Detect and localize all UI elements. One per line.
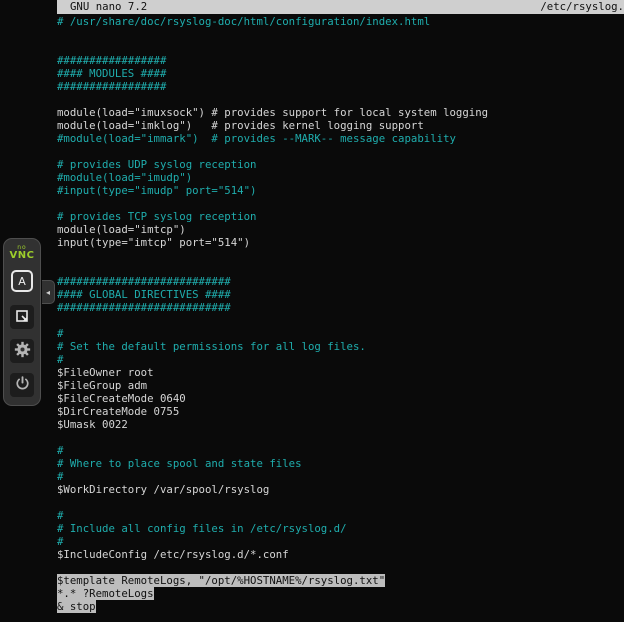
clipboard-button[interactable]: A [11, 270, 33, 292]
terminal-line [57, 93, 624, 106]
terminal-line: input(type="imtcp" port="514") [57, 236, 624, 249]
chevron-left-icon: ◂ [46, 288, 50, 297]
nano-app-title: GNU nano 7.2 [70, 0, 147, 14]
fullscreen-button[interactable] [10, 305, 34, 329]
terminal-line [57, 496, 624, 509]
power-button[interactable] [10, 373, 34, 397]
terminal-line: ########################### [57, 301, 624, 314]
terminal-line: $Umask 0022 [57, 418, 624, 431]
terminal-line: # Include all config files in /etc/rsysl… [57, 522, 624, 535]
terminal-line: # /usr/share/doc/rsyslog-doc/html/config… [57, 15, 624, 28]
fullscreen-icon [15, 309, 29, 326]
terminal-line [57, 431, 624, 444]
terminal-line: # provides TCP syslog reception [57, 210, 624, 223]
terminal-line: $FileGroup adm [57, 379, 624, 392]
terminal-line: module(load="imklog") # provides kernel … [57, 119, 624, 132]
terminal-line: $FileOwner root [57, 366, 624, 379]
terminal-line: # provides UDP syslog reception [57, 158, 624, 171]
terminal-line: # [57, 470, 624, 483]
terminal-line [57, 561, 624, 574]
clipboard-icon: A [18, 275, 26, 288]
terminal-line [57, 314, 624, 327]
terminal-line [57, 197, 624, 210]
vnc-toolbar: no VNC A [3, 238, 41, 406]
terminal-line: $WorkDirectory /var/spool/rsyslog [57, 483, 624, 496]
terminal-line: #### GLOBAL DIRECTIVES #### [57, 288, 624, 301]
nano-file-path: /etc/rsyslog. [540, 0, 624, 14]
terminal-line: module(load="imuxsock") # provides suppo… [57, 106, 624, 119]
terminal-line: $DirCreateMode 0755 [57, 405, 624, 418]
terminal-line: # [57, 509, 624, 522]
terminal-line: module(load="imtcp") [57, 223, 624, 236]
selected-text: $template RemoteLogs, "/opt/%HOSTNAME%/r… [57, 574, 385, 587]
novnc-logo: no VNC [10, 245, 35, 261]
terminal-line: ########################### [57, 275, 624, 288]
terminal-line: #module(load="immark") # provides --MARK… [57, 132, 624, 145]
novnc-logo-vnc: VNC [10, 251, 35, 261]
terminal-line: # [57, 353, 624, 366]
terminal-line: # [57, 535, 624, 548]
terminal-line: # Where to place spool and state files [57, 457, 624, 470]
terminal-line: $FileCreateMode 0640 [57, 392, 624, 405]
nano-titlebar: GNU nano 7.2 /etc/rsyslog. [57, 0, 624, 14]
terminal-line: $IncludeConfig /etc/rsyslog.d/*.conf [57, 548, 624, 561]
nano-editor-buffer[interactable]: # /usr/share/doc/rsyslog-doc/html/config… [57, 14, 624, 613]
terminal-line [57, 41, 624, 54]
terminal-line [57, 145, 624, 158]
terminal-line: & stop [57, 600, 624, 613]
terminal-line [57, 249, 624, 262]
terminal-line [57, 28, 624, 41]
terminal-line: $template RemoteLogs, "/opt/%HOSTNAME%/r… [57, 574, 624, 587]
settings-button[interactable] [10, 339, 34, 363]
selected-text: & stop [57, 600, 96, 613]
terminal-line: # [57, 327, 624, 340]
terminal-line: ################# [57, 80, 624, 93]
terminal-line: #input(type="imudp" port="514") [57, 184, 624, 197]
gear-icon [14, 341, 31, 361]
terminal-line: # [57, 444, 624, 457]
terminal-line: # Set the default permissions for all lo… [57, 340, 624, 353]
terminal-line: #### MODULES #### [57, 67, 624, 80]
terminal-line: ################# [57, 54, 624, 67]
terminal-line: *.* ?RemoteLogs [57, 587, 624, 600]
power-icon [15, 376, 30, 394]
terminal-window[interactable]: GNU nano 7.2 /etc/rsyslog. # /usr/share/… [57, 0, 624, 622]
selected-text: *.* ?RemoteLogs [57, 587, 154, 600]
toolbar-handle[interactable]: ◂ [42, 280, 55, 304]
terminal-line [57, 262, 624, 275]
vnc-screen: no VNC A [0, 0, 624, 622]
terminal-line: #module(load="imudp") [57, 171, 624, 184]
